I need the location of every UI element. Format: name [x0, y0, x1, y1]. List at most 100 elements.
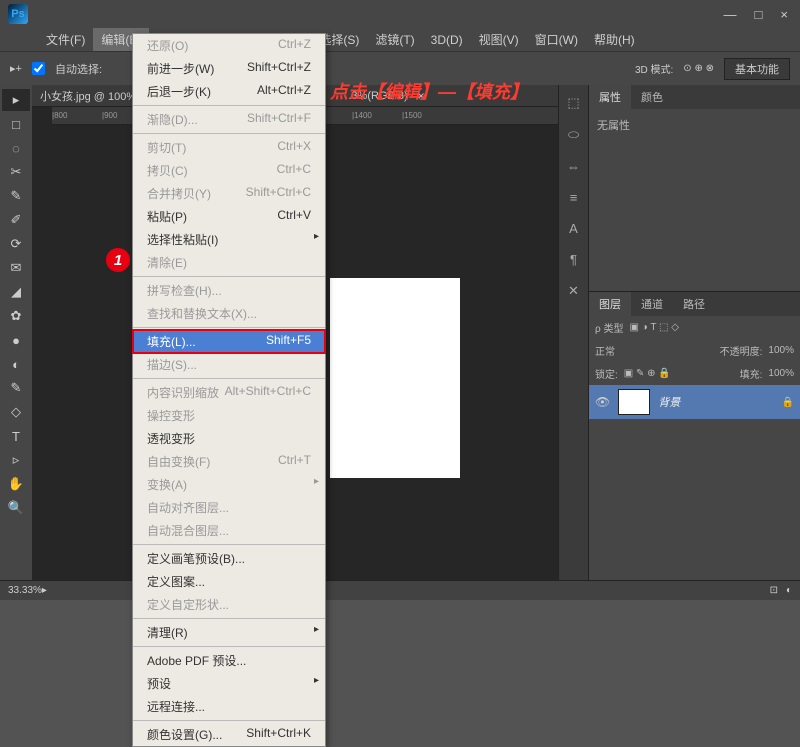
tutorial-annotation: 点击【编辑】—【填充】: [330, 78, 528, 104]
menu-view[interactable]: 视图(V): [471, 28, 527, 51]
filter-icons[interactable]: ▣ ◑ T ⬚ ◇: [629, 322, 679, 333]
tool-9[interactable]: ✿: [2, 305, 30, 327]
auto-select-checkbox[interactable]: [32, 62, 45, 75]
collapsed-panel-strip: ⬚ ⬭ ⇔ ≡ A ¶ ✕: [558, 85, 588, 600]
menu-item-label: 清理(R): [147, 624, 188, 641]
menu-item-label: 选择性粘贴(I): [147, 231, 218, 248]
opacity-value[interactable]: 100%: [768, 345, 794, 356]
tool-1[interactable]: □: [2, 113, 30, 135]
menu-item-远程连接[interactable]: 远程连接...: [133, 695, 325, 718]
menu-item-前进一步w[interactable]: 前进一步(W) Shift+Ctrl+Z: [133, 57, 325, 80]
menu-separator: [133, 378, 325, 379]
zoom-level[interactable]: 33.33%: [8, 585, 42, 596]
panel-icon-4[interactable]: A: [569, 221, 578, 236]
layer-thumbnail[interactable]: [618, 389, 650, 415]
menu-item-填充l[interactable]: 填充(L)...Shift+F5: [133, 330, 325, 353]
menu-file[interactable]: 文件(F): [38, 28, 93, 51]
layer-filter-label: ρ 类型: [595, 320, 623, 335]
step-badge: 1: [106, 248, 130, 272]
tool-11[interactable]: ◐: [2, 353, 30, 375]
menu-item-粘贴p[interactable]: 粘贴(P)Ctrl+V: [133, 205, 325, 228]
menu-item-选择性粘贴i[interactable]: 选择性粘贴(I): [133, 228, 325, 251]
menu-separator: [133, 646, 325, 647]
lock-icon: 🔒: [782, 397, 794, 408]
menu-item-shortcut: Shift+Ctrl+Z: [247, 60, 311, 77]
menu-separator: [133, 618, 325, 619]
tool-10[interactable]: ●: [2, 329, 30, 351]
tool-6[interactable]: ⟳: [2, 233, 30, 255]
menu-item-颜色设置g[interactable]: 颜色设置(G)...Shift+Ctrl+K: [133, 723, 325, 746]
fill-value[interactable]: 100%: [768, 368, 794, 379]
tool-5[interactable]: ✐: [2, 209, 30, 231]
menu-filter[interactable]: 滤镜(T): [367, 28, 422, 51]
menu-item-adobe pdf 预设[interactable]: Adobe PDF 预设...: [133, 649, 325, 672]
tool-4[interactable]: ✎: [2, 185, 30, 207]
tab-layers[interactable]: 图层: [589, 292, 631, 316]
panel-icon-0[interactable]: ⬚: [567, 95, 579, 111]
menu-item-清理r[interactable]: 清理(R): [133, 621, 325, 644]
menu-item-label: 剪切(T): [147, 139, 186, 156]
menu-item-label: 填充(L)...: [147, 333, 196, 350]
panel-icon-2[interactable]: ⇔: [567, 159, 580, 174]
tab-color[interactable]: 颜色: [631, 85, 673, 109]
footer-icon-1[interactable]: ⊡: [770, 585, 778, 596]
mode-3d-icon[interactable]: ⊙ ⊕ ⊗: [683, 63, 714, 74]
menu-item-定义画笔预设b[interactable]: 定义画笔预设(B)...: [133, 547, 325, 570]
layer-visibility-icon[interactable]: 👁: [595, 395, 610, 409]
menu-item-自动混合图层: 自动混合图层...: [133, 519, 325, 542]
menu-item-label: 定义图案...: [147, 573, 205, 590]
tool-17[interactable]: 🔍: [2, 497, 30, 519]
footer-icon-2[interactable]: ◐: [786, 585, 792, 596]
menu-item-label: 透视变形: [147, 430, 195, 447]
window-minimize[interactable]: —: [724, 7, 737, 22]
lock-icons[interactable]: ▣ ✎ ⊕ 🔒: [624, 368, 671, 379]
menu-item-shortcut: Alt+Ctrl+Z: [257, 83, 311, 100]
panel-icon-6[interactable]: ✕: [568, 283, 579, 299]
window-maximize[interactable]: □: [755, 7, 763, 22]
tab-paths[interactable]: 路径: [673, 292, 715, 316]
panel-icon-3[interactable]: ≡: [570, 190, 578, 205]
document-canvas[interactable]: [330, 278, 460, 478]
menu-item-后退一步k[interactable]: 后退一步(K) Alt+Ctrl+Z: [133, 80, 325, 103]
panel-icon-1[interactable]: ⬭: [568, 127, 579, 143]
menu-help[interactable]: 帮助(H): [586, 28, 643, 51]
menu-item-label: 变换(A): [147, 476, 187, 493]
status-arrow-icon[interactable]: ▸: [42, 585, 47, 596]
tool-15[interactable]: ▹: [2, 449, 30, 471]
tab-properties[interactable]: 属性: [589, 85, 631, 109]
menu-item-自由变换f: 自由变换(F)Ctrl+T: [133, 450, 325, 473]
panel-icon-5[interactable]: ¶: [570, 252, 577, 267]
layer-item-background[interactable]: 👁 背景 🔒: [589, 385, 800, 419]
menu-item-透视变形[interactable]: 透视变形: [133, 427, 325, 450]
menu-item-label: 后退一步(K): [147, 83, 211, 100]
menu-item-还原o: 还原(O)Ctrl+Z: [133, 34, 325, 57]
tool-8[interactable]: ◢: [2, 281, 30, 303]
tool-14[interactable]: T: [2, 425, 30, 447]
tab-channels[interactable]: 通道: [631, 292, 673, 316]
menu-item-label: 查找和替换文本(X)...: [147, 305, 257, 322]
tool-0[interactable]: ▸: [2, 89, 30, 111]
menu-item-操控变形: 操控变形: [133, 404, 325, 427]
blend-mode-select[interactable]: 正常: [595, 343, 615, 358]
tool-16[interactable]: ✋: [2, 473, 30, 495]
menu-item-合并拷贝y: 合并拷贝(Y)Shift+Ctrl+C: [133, 182, 325, 205]
tool-3[interactable]: ✂: [2, 161, 30, 183]
tool-12[interactable]: ✎: [2, 377, 30, 399]
ruler-tick: |800: [52, 111, 102, 120]
window-close[interactable]: ×: [780, 7, 788, 22]
lock-label: 锁定:: [595, 366, 618, 381]
menu-item-shortcut: Ctrl+Z: [278, 37, 311, 54]
tool-13[interactable]: ◇: [2, 401, 30, 423]
menu-item-label: Adobe PDF 预设...: [147, 652, 246, 669]
menu-item-label: 拼写检查(H)...: [147, 282, 222, 299]
tool-2[interactable]: ◌: [2, 137, 30, 159]
menu-window[interactable]: 窗口(W): [527, 28, 586, 51]
tool-7[interactable]: ✉: [2, 257, 30, 279]
menu-3d[interactable]: 3D(D): [423, 30, 471, 50]
menu-item-label: 自动混合图层...: [147, 522, 229, 539]
menu-item-预设[interactable]: 预设: [133, 672, 325, 695]
menu-item-label: 前进一步(W): [147, 60, 214, 77]
menu-item-变换a: 变换(A): [133, 473, 325, 496]
menu-item-定义图案[interactable]: 定义图案...: [133, 570, 325, 593]
workspace-switcher[interactable]: 基本功能: [724, 58, 790, 80]
